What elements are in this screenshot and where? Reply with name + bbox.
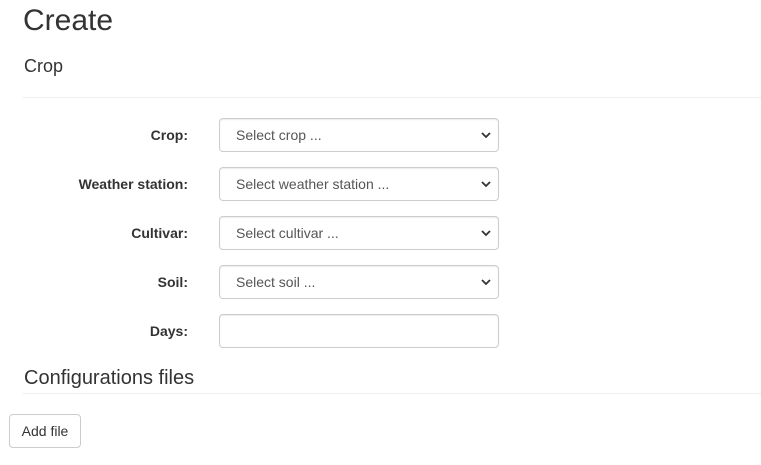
chevron-down-icon: [481, 230, 491, 237]
configurations-files-heading: Configurations files: [24, 367, 195, 389]
chevron-down-icon: [481, 279, 491, 286]
weather-station-select[interactable]: Select weather station ...: [219, 167, 499, 201]
cultivar-select-value: Select cultivar ...: [236, 225, 339, 241]
form-row-cultivar: Cultivar: Select cultivar ...: [0, 216, 761, 250]
crop-select[interactable]: Select crop ...: [219, 118, 499, 152]
chevron-down-icon: [481, 132, 491, 139]
page-title: Create: [23, 4, 114, 37]
weather-station-select-value: Select weather station ...: [236, 176, 390, 192]
soil-select-value: Select soil ...: [236, 274, 316, 290]
section-subtitle: Crop: [24, 56, 64, 76]
days-input[interactable]: [219, 314, 499, 348]
divider: [23, 393, 761, 394]
form-row-soil: Soil: Select soil ...: [0, 265, 761, 299]
weather-station-label: Weather station:: [78, 176, 188, 192]
crop-label: Crop:: [150, 127, 188, 143]
form-row-days: Days:: [0, 314, 761, 348]
crop-select-value: Select crop ...: [236, 127, 322, 143]
add-file-button[interactable]: Add file: [9, 414, 81, 448]
cultivar-label: Cultivar:: [131, 225, 188, 241]
soil-label: Soil:: [157, 274, 188, 290]
form-row-weather-station: Weather station: Select weather station …: [0, 167, 761, 201]
days-label: Days:: [149, 323, 188, 339]
chevron-down-icon: [481, 181, 491, 188]
form-row-crop: Crop: Select crop ...: [0, 118, 761, 152]
soil-select[interactable]: Select soil ...: [219, 265, 499, 299]
cultivar-select[interactable]: Select cultivar ...: [219, 216, 499, 250]
divider: [23, 97, 761, 98]
